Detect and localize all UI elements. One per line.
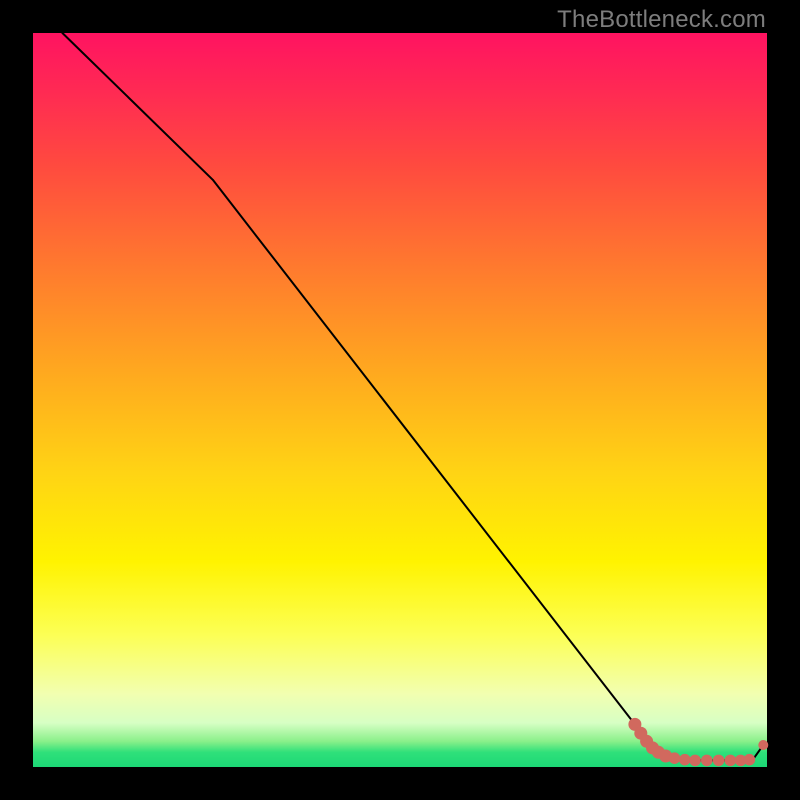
marker-dot xyxy=(669,752,681,764)
marker-dot xyxy=(725,755,737,767)
marker-dot xyxy=(679,754,691,766)
chart-frame: TheBottleneck.com xyxy=(0,0,800,800)
marker-dot xyxy=(689,755,701,767)
marker-dot xyxy=(701,755,713,767)
curve-svg xyxy=(33,33,767,767)
bottleneck-curve xyxy=(62,33,763,760)
marker-dot xyxy=(744,754,756,766)
plot-area xyxy=(33,33,767,767)
marker-group xyxy=(628,718,768,766)
marker-dot xyxy=(758,740,768,750)
watermark-text: TheBottleneck.com xyxy=(557,6,766,34)
marker-dot xyxy=(713,755,725,767)
